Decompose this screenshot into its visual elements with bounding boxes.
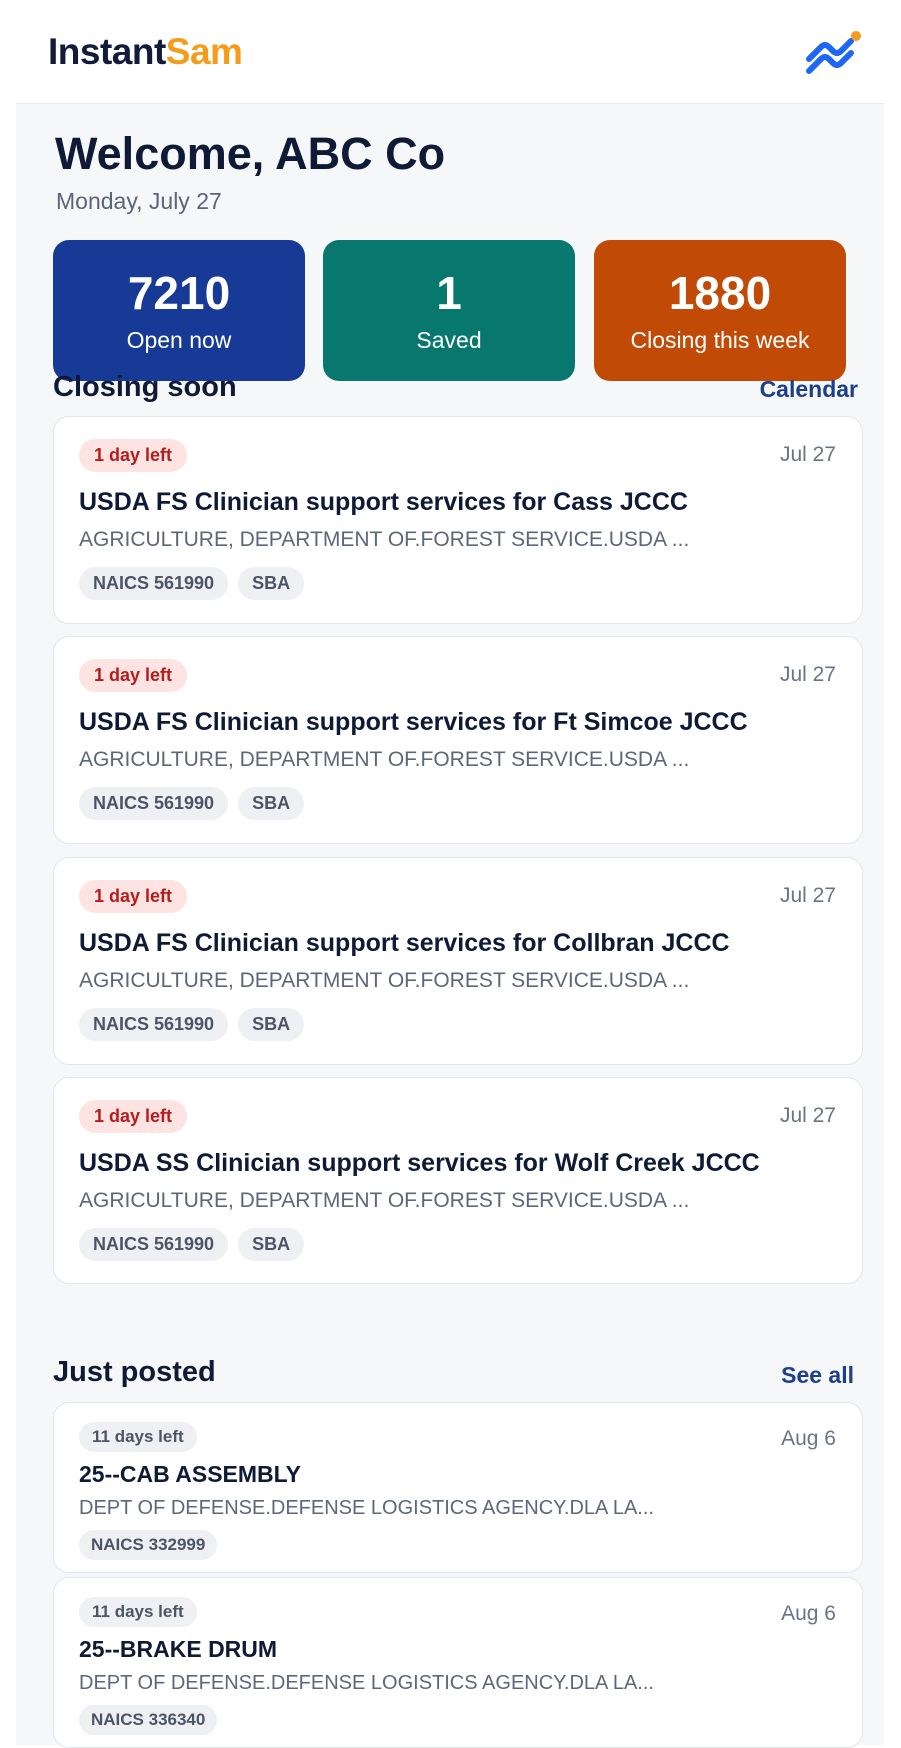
wave-icon[interactable] xyxy=(803,29,863,75)
current-date: Monday, July 27 xyxy=(56,188,222,214)
opportunity-card[interactable]: 1 day left Jul 27 USDA FS Clinician supp… xyxy=(53,857,863,1065)
opportunity-card[interactable]: 1 day left Jul 27 USDA SS Clinician supp… xyxy=(53,1077,863,1284)
opportunity-card[interactable]: 11 days left Aug 6 25--CAB ASSEMBLY DEPT… xyxy=(53,1402,863,1573)
due-date: Aug 6 xyxy=(781,1427,836,1450)
logo-text-sam: Sam xyxy=(165,31,243,72)
agency-name: AGRICULTURE, DEPARTMENT OF.FOREST SERVIC… xyxy=(79,1189,690,1212)
days-left-badge: 1 day left xyxy=(79,659,188,692)
opportunity-title: 25--BRAKE DRUM xyxy=(79,1636,278,1662)
opportunity-title: USDA SS Clinician support services for W… xyxy=(79,1149,760,1177)
agency-name: AGRICULTURE, DEPARTMENT OF.FOREST SERVIC… xyxy=(79,748,690,771)
due-date: Jul 27 xyxy=(779,1104,836,1127)
due-date: Jul 27 xyxy=(779,443,836,466)
opportunity-title: USDA FS Clinician support services for C… xyxy=(79,488,688,516)
naics-tag: NAICS 561990 xyxy=(79,787,229,820)
agency-name: DEPT OF DEFENSE.DEFENSE LOGISTICS AGENCY… xyxy=(79,1497,654,1519)
setaside-tag: SBA xyxy=(238,1008,305,1041)
top-bar: InstantSam xyxy=(0,0,901,104)
see-all-link[interactable]: See all xyxy=(781,1362,854,1389)
stat-open-now[interactable]: 7210 Open now xyxy=(53,240,305,381)
stat-label: Saved xyxy=(416,327,482,353)
opportunity-title: USDA FS Clinician support services for F… xyxy=(79,708,748,736)
agency-name: DEPT OF DEFENSE.DEFENSE LOGISTICS AGENCY… xyxy=(79,1672,654,1694)
naics-tag: NAICS 336340 xyxy=(79,1705,218,1735)
opportunity-title: USDA FS Clinician support services for C… xyxy=(79,929,730,957)
agency-name: AGRICULTURE, DEPARTMENT OF.FOREST SERVIC… xyxy=(79,528,690,551)
due-date: Jul 27 xyxy=(779,663,836,686)
due-date: Jul 27 xyxy=(779,884,836,907)
closing-soon-heading: Closing soon xyxy=(53,371,237,403)
just-posted-heading: Just posted xyxy=(53,1356,216,1388)
opportunity-card[interactable]: 1 day left Jul 27 USDA FS Clinician supp… xyxy=(53,636,863,844)
days-left-badge: 1 day left xyxy=(79,880,188,913)
stat-value: 1880 xyxy=(668,267,772,319)
due-date: Aug 6 xyxy=(781,1602,836,1625)
naics-tag: NAICS 561990 xyxy=(79,567,229,600)
days-left-badge: 11 days left xyxy=(79,1422,197,1452)
stat-closing-this-week[interactable]: 1880 Closing this week xyxy=(594,240,846,381)
stat-saved[interactable]: 1 Saved xyxy=(323,240,575,381)
naics-tag: NAICS 332999 xyxy=(79,1530,218,1560)
opportunity-card[interactable]: 11 days left Aug 6 25--BRAKE DRUM DEPT O… xyxy=(53,1577,863,1748)
naics-tag: NAICS 561990 xyxy=(79,1008,229,1041)
days-left-badge: 1 day left xyxy=(79,439,188,472)
setaside-tag: SBA xyxy=(238,787,305,820)
app-logo[interactable]: InstantSam xyxy=(48,31,243,73)
stat-label: Closing this week xyxy=(630,327,810,353)
days-left-badge: 1 day left xyxy=(79,1100,188,1133)
stat-value: 7210 xyxy=(127,267,231,319)
dashboard-main: Welcome, ABC Co Monday, July 27 7210 Ope… xyxy=(16,103,884,1748)
page-title: Welcome, ABC Co xyxy=(55,128,446,179)
days-left-badge: 11 days left xyxy=(79,1597,197,1627)
stat-label: Open now xyxy=(126,327,232,353)
calendar-link[interactable]: Calendar xyxy=(760,376,858,403)
setaside-tag: SBA xyxy=(238,567,305,600)
stat-value: 1 xyxy=(436,267,462,319)
opportunity-card[interactable]: 1 day left Jul 27 USDA FS Clinician supp… xyxy=(53,416,863,624)
setaside-tag: SBA xyxy=(238,1228,305,1261)
opportunity-title: 25--CAB ASSEMBLY xyxy=(79,1461,301,1487)
naics-tag: NAICS 561990 xyxy=(79,1228,229,1261)
agency-name: AGRICULTURE, DEPARTMENT OF.FOREST SERVIC… xyxy=(79,969,690,992)
logo-text-instant: Instant xyxy=(48,31,166,72)
